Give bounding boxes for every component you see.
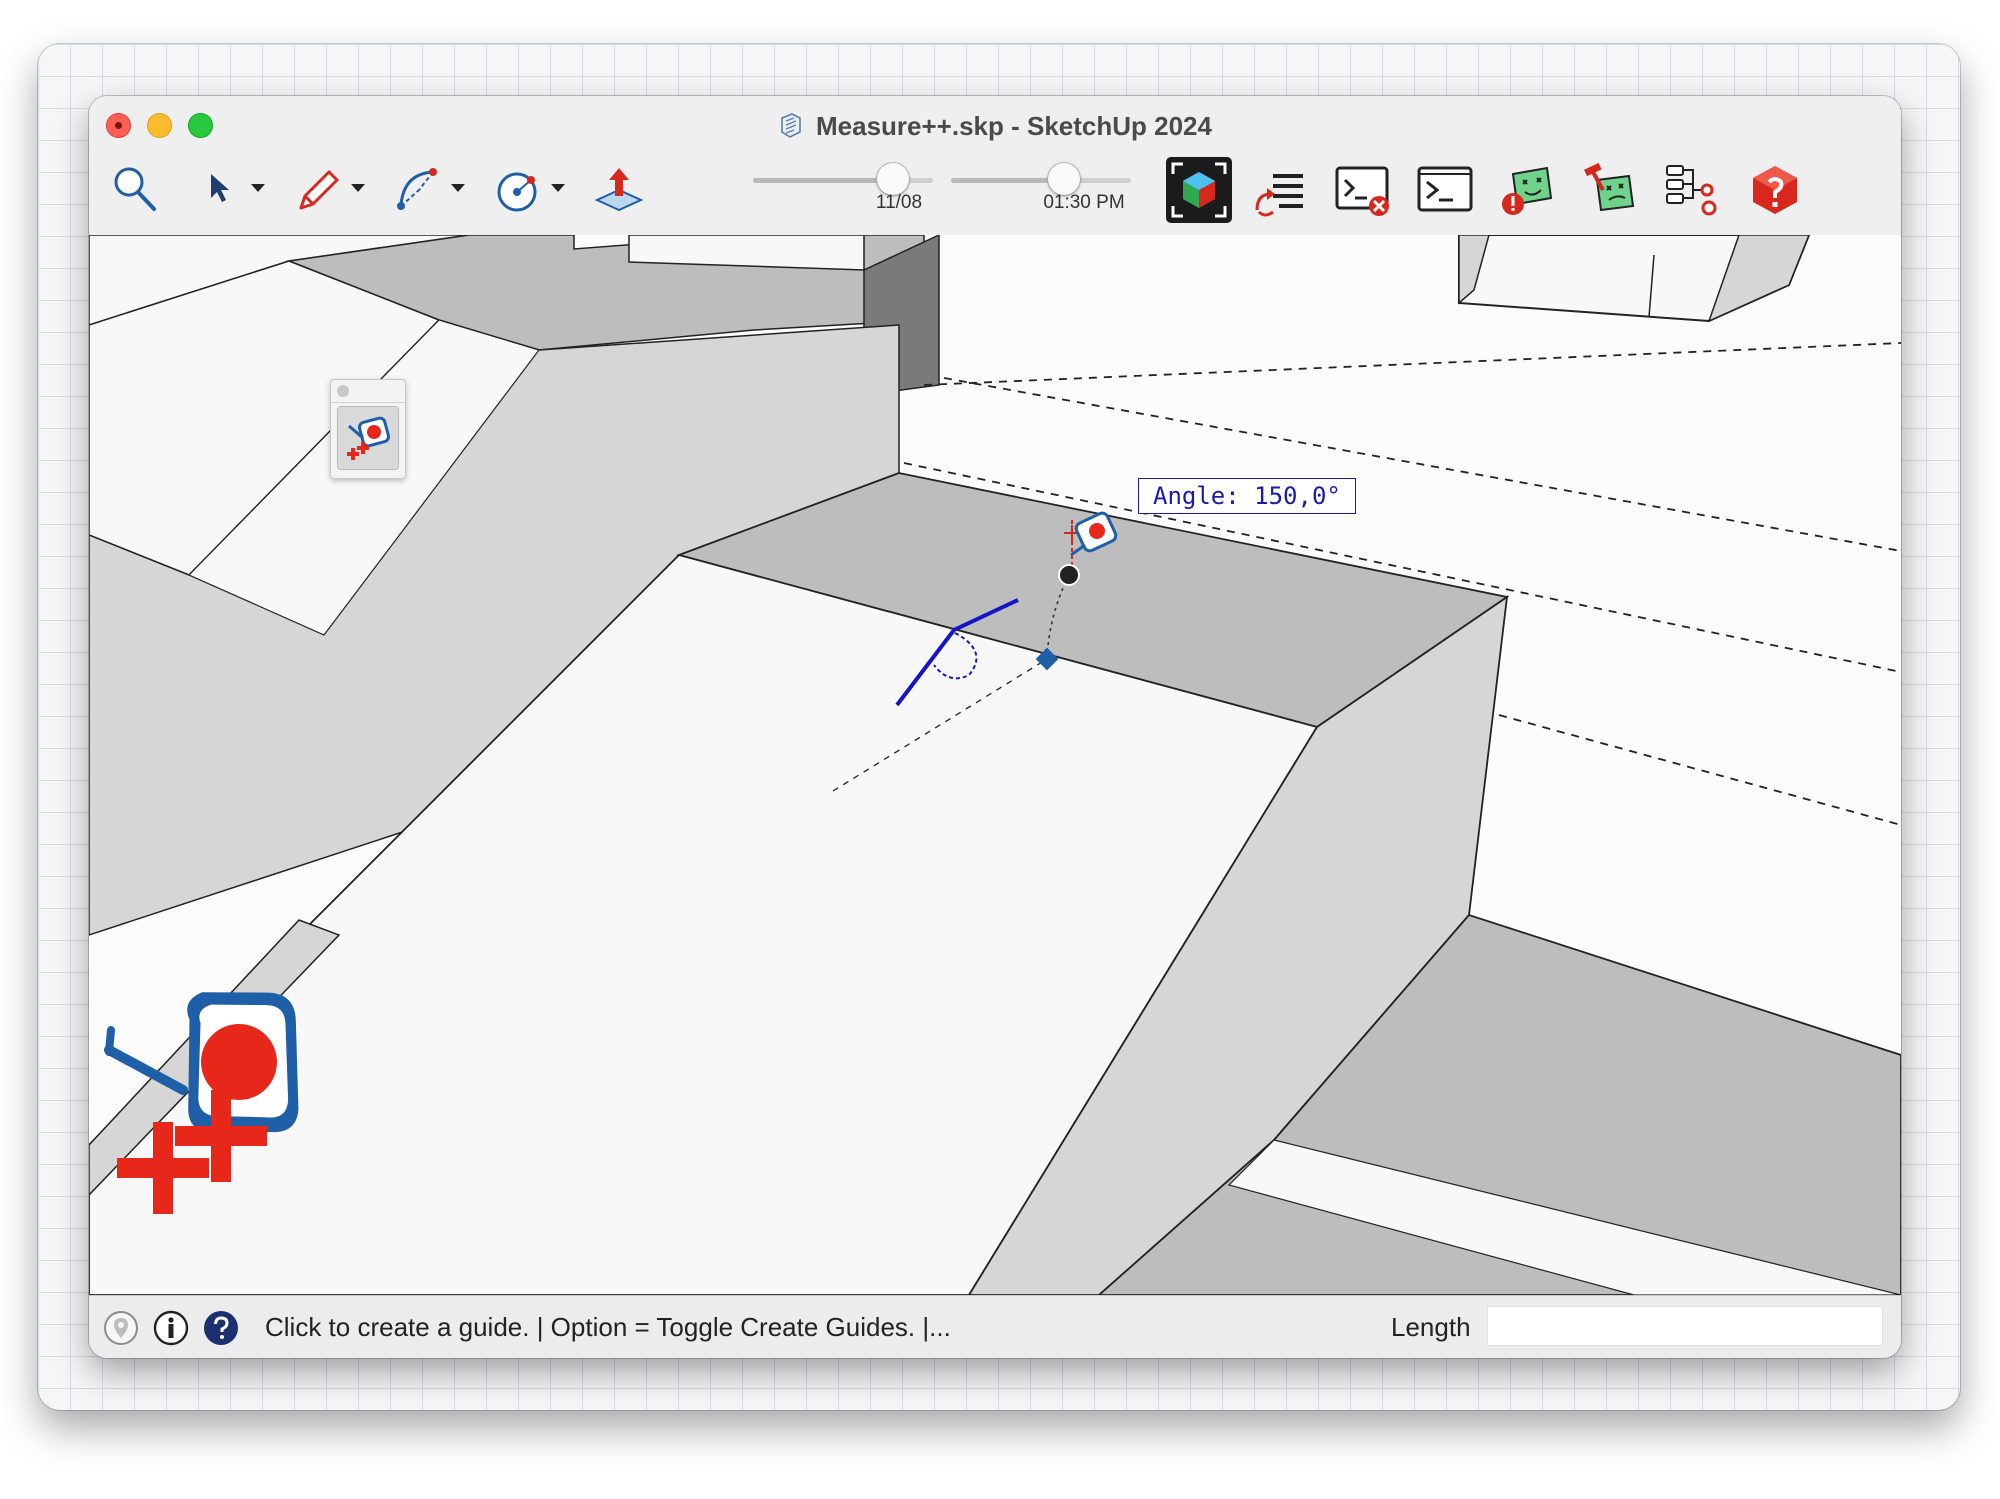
window-title: Measure++.skp - SketchUp 2024 (816, 110, 1212, 141)
ruby-gem-button[interactable] (1745, 160, 1805, 220)
title-group: Measure++.skp - SketchUp 2024 (89, 106, 1901, 146)
hammer-face-icon (1584, 162, 1635, 212)
status-message: Click to create a guide. | Option = Togg… (265, 1312, 951, 1342)
ruby-gem-icon (1753, 166, 1797, 214)
cube-capture-icon (1166, 157, 1232, 223)
help-icon[interactable] (203, 1310, 239, 1346)
model-viewport[interactable]: Angle: 150,0° (89, 235, 1901, 1295)
sketchup-file-icon (781, 113, 801, 138)
time-slider-fill (951, 178, 1065, 183)
select-dropdown-caret[interactable] (251, 184, 265, 192)
hammer-face-button[interactable] (1579, 160, 1639, 220)
measure-plus-plus-tool-button[interactable] (337, 406, 399, 470)
circle-tool-button[interactable] (489, 160, 549, 220)
reload-list-button[interactable] (1249, 160, 1309, 220)
error-face-button[interactable] (1497, 160, 1557, 220)
push-pull-icon (594, 168, 644, 212)
date-slider-fill (753, 178, 894, 183)
toolbar-grip[interactable] (331, 380, 405, 403)
close-console-button[interactable] (1333, 160, 1393, 220)
measurement-input[interactable] (1487, 1306, 1883, 1346)
arc-icon (397, 168, 437, 210)
ruby-console-icon (1417, 166, 1473, 212)
pencil-icon (299, 170, 339, 210)
geo-location-icon[interactable] (103, 1310, 139, 1346)
measure-plus-plus-toolbar (330, 379, 406, 479)
credits-icon[interactable] (153, 1310, 189, 1346)
select-tool-button[interactable] (191, 160, 251, 220)
sketchup-window: Measure++.skp - SketchUp 2024 11/08 01:3… (89, 96, 1901, 1358)
time-slider-track[interactable] (951, 178, 1131, 183)
select-arrow-icon (211, 174, 229, 202)
push-pull-tool-button[interactable] (589, 160, 649, 220)
circle-icon (497, 172, 537, 212)
error-face-icon (1502, 166, 1553, 215)
angle-readout-tooltip: Angle: 150,0° (1138, 478, 1356, 514)
date-slider-thumb[interactable] (877, 163, 910, 195)
line-dropdown-caret[interactable] (351, 184, 365, 192)
reload-list-icon (1255, 174, 1303, 217)
measurement-label: Length (1391, 1312, 1471, 1342)
zoom-icon (114, 167, 156, 211)
date-slider-label: 11/08 (875, 192, 923, 213)
arc-dropdown-caret[interactable] (451, 184, 465, 192)
circle-dropdown-caret[interactable] (551, 184, 565, 192)
measure-plus-plus-small-icon (347, 416, 391, 460)
node-tree-button[interactable] (1661, 160, 1721, 220)
line-tool-button[interactable] (289, 160, 349, 220)
time-slider-label: 01:30 PM (1043, 192, 1125, 213)
status-bar: Click to create a guide. | Option = Togg… (89, 1295, 1901, 1358)
zoom-tool-button[interactable] (107, 160, 167, 220)
time-slider-thumb[interactable] (1048, 163, 1081, 195)
arc-tool-button[interactable] (389, 160, 449, 220)
inference-point (1058, 564, 1080, 586)
node-tree-icon (1666, 165, 1717, 216)
cube-capture-button[interactable] (1165, 156, 1233, 224)
title-toolbar-area: Measure++.skp - SketchUp 2024 11/08 01:3… (89, 96, 1901, 236)
close-console-icon (1335, 166, 1389, 216)
ruby-console-button[interactable] (1415, 160, 1475, 220)
